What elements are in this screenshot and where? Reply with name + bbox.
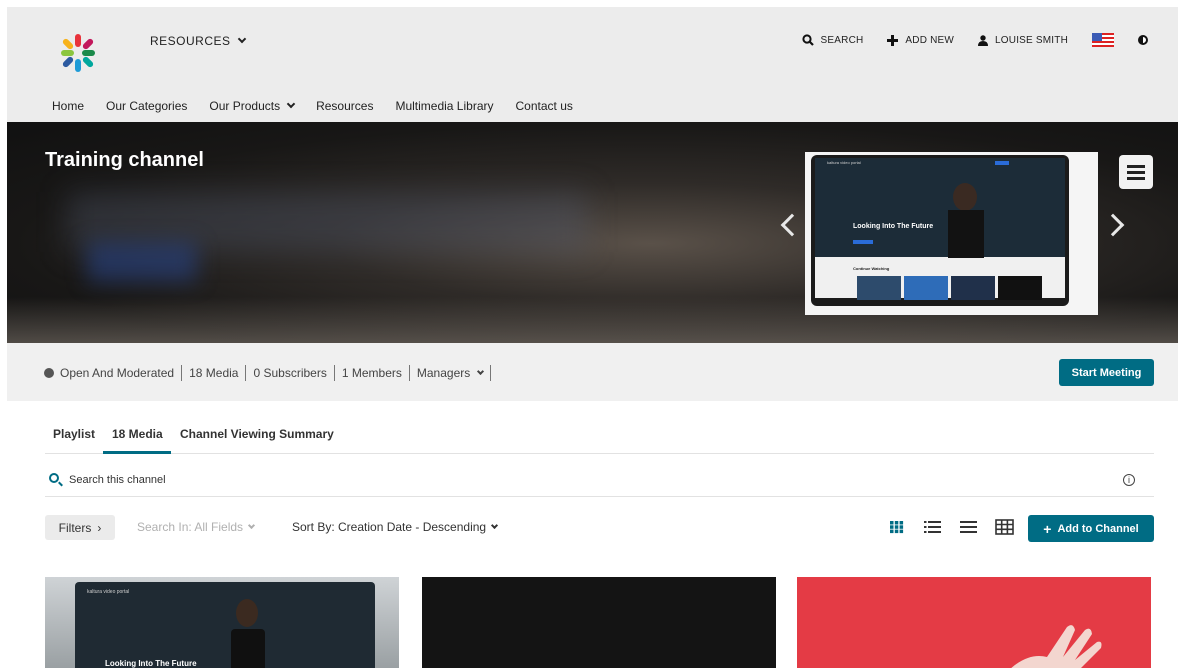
tab-playlist[interactable]: Playlist [53, 427, 95, 441]
chevron-left-icon[interactable] [780, 213, 804, 237]
user-menu[interactable]: LOUISE SMITH [978, 35, 1068, 46]
search-input[interactable] [69, 471, 569, 489]
channel-privacy: Open And Moderated [60, 366, 175, 380]
nav-our-categories[interactable]: Our Categories [106, 99, 187, 113]
nav-contact-us[interactable]: Contact us [516, 99, 573, 113]
add-to-channel-label: Add to Channel [1057, 522, 1139, 535]
search-icon [801, 34, 814, 46]
channel-title: Training channel [45, 149, 204, 171]
start-meeting-button[interactable]: Start Meeting [1059, 359, 1154, 386]
separator [408, 365, 410, 381]
separator [181, 365, 183, 381]
separator [245, 365, 247, 381]
table-view-icon[interactable] [995, 519, 1014, 535]
resources-menu-label: RESOURCES [150, 34, 231, 48]
resources-menu[interactable]: RESOURCES [150, 34, 246, 48]
add-new-label: ADD NEW [905, 34, 955, 46]
presenter-image [231, 599, 265, 668]
hand-image [1011, 625, 1102, 668]
contrast-icon[interactable] [1138, 35, 1148, 45]
search-icon [49, 473, 59, 483]
search-in-label: Search In: All Fields [137, 520, 244, 534]
menu-icon[interactable] [1119, 155, 1153, 189]
media-count[interactable]: 18 Media [189, 366, 238, 380]
chevron-right-icon: › [97, 520, 102, 535]
chevron-right-icon[interactable] [1101, 213, 1125, 237]
main-nav: Home Our Categories Our Products Resourc… [52, 99, 573, 113]
list-view-icon[interactable] [923, 519, 942, 535]
user-name: LOUISE SMITH [995, 34, 1068, 46]
search-in-dropdown[interactable]: Search In: All Fields [137, 520, 256, 534]
plus-icon [887, 34, 899, 46]
chevron-down-icon [491, 521, 499, 529]
channel-hero: Training channel Looking Into The Future… [7, 122, 1178, 343]
media-card[interactable] [422, 577, 776, 668]
add-new-button[interactable]: ADD NEW [887, 34, 955, 46]
grid-view-icon[interactable] [887, 519, 906, 535]
channel-search: i [45, 467, 1154, 497]
nav-resources-label: Resources [316, 99, 374, 113]
chevron-down-icon [237, 34, 246, 44]
thumb-heading: Looking Into The Future [853, 223, 933, 230]
nav-our-products-label: Our Products [209, 99, 281, 113]
info-icon[interactable]: i [1123, 474, 1135, 486]
active-tab-indicator [103, 451, 171, 454]
filters-button[interactable]: Filters › [45, 515, 115, 540]
view-mode-toggles [887, 519, 1014, 535]
user-icon [978, 34, 989, 46]
search-button[interactable]: SEARCH [801, 34, 864, 46]
site-header: RESOURCES SEARCH ADD NEW LOUISE SMITH Ho… [7, 7, 1178, 122]
us-flag-icon[interactable] [1092, 33, 1114, 47]
chevron-down-icon [248, 521, 256, 529]
nav-our-products[interactable]: Our Products [209, 99, 296, 113]
subscribers-count: 0 Subscribers [253, 366, 327, 380]
members-count[interactable]: 1 Members [342, 366, 402, 380]
hero-background-blur [87, 242, 197, 282]
filters-label: Filters [58, 520, 92, 535]
managers-dropdown[interactable]: Managers [416, 366, 485, 380]
nav-our-categories-label: Our Categories [106, 99, 188, 113]
channel-stats: Open And Moderated 18 Media 0 Subscriber… [44, 365, 498, 381]
media-card[interactable] [797, 577, 1151, 668]
nav-multimedia-library-label: Multimedia Library [395, 99, 494, 113]
top-actions: SEARCH ADD NEW LOUISE SMITH [801, 33, 1148, 47]
compact-view-icon[interactable] [959, 519, 978, 535]
nav-contact-us-label: Contact us [515, 99, 573, 113]
tab-media[interactable]: 18 Media [112, 427, 163, 441]
sort-by-dropdown[interactable]: Sort By: Creation Date - Descending [292, 520, 499, 534]
separator [490, 365, 492, 381]
nav-home[interactable]: Home [52, 99, 84, 113]
search-button-label: SEARCH [820, 34, 864, 46]
add-to-channel-button[interactable]: + Add to Channel [1028, 515, 1154, 542]
thumb-brand: kaltura video portal [827, 160, 861, 165]
thumb-row-label: Continue Watching [853, 266, 890, 271]
media-card-brand: kaltura video portal [87, 589, 130, 595]
managers-label: Managers [416, 366, 471, 380]
tab-channel-viewing-summary[interactable]: Channel Viewing Summary [180, 427, 334, 441]
media-card-title: Looking Into The Future [105, 659, 197, 668]
channel-info-bar: Open And Moderated 18 Media 0 Subscriber… [7, 343, 1178, 401]
media-card[interactable]: kaltura video portal Looking Into The Fu… [45, 577, 399, 668]
plus-icon: + [1043, 520, 1052, 537]
chevron-down-icon [477, 367, 485, 375]
logo-icon[interactable] [59, 32, 97, 74]
separator [333, 365, 335, 381]
sort-by-label: Sort By: Creation Date - Descending [292, 520, 487, 534]
nav-home-label: Home [52, 99, 85, 113]
chevron-down-icon [286, 99, 296, 109]
nav-resources[interactable]: Resources [316, 99, 373, 113]
hero-featured-thumbnail[interactable]: Looking Into The Future kaltura video po… [805, 152, 1098, 315]
channel-tabs: Playlist 18 Media Channel Viewing Summar… [45, 418, 1154, 454]
nav-multimedia-library[interactable]: Multimedia Library [395, 99, 493, 113]
globe-icon [44, 368, 54, 378]
